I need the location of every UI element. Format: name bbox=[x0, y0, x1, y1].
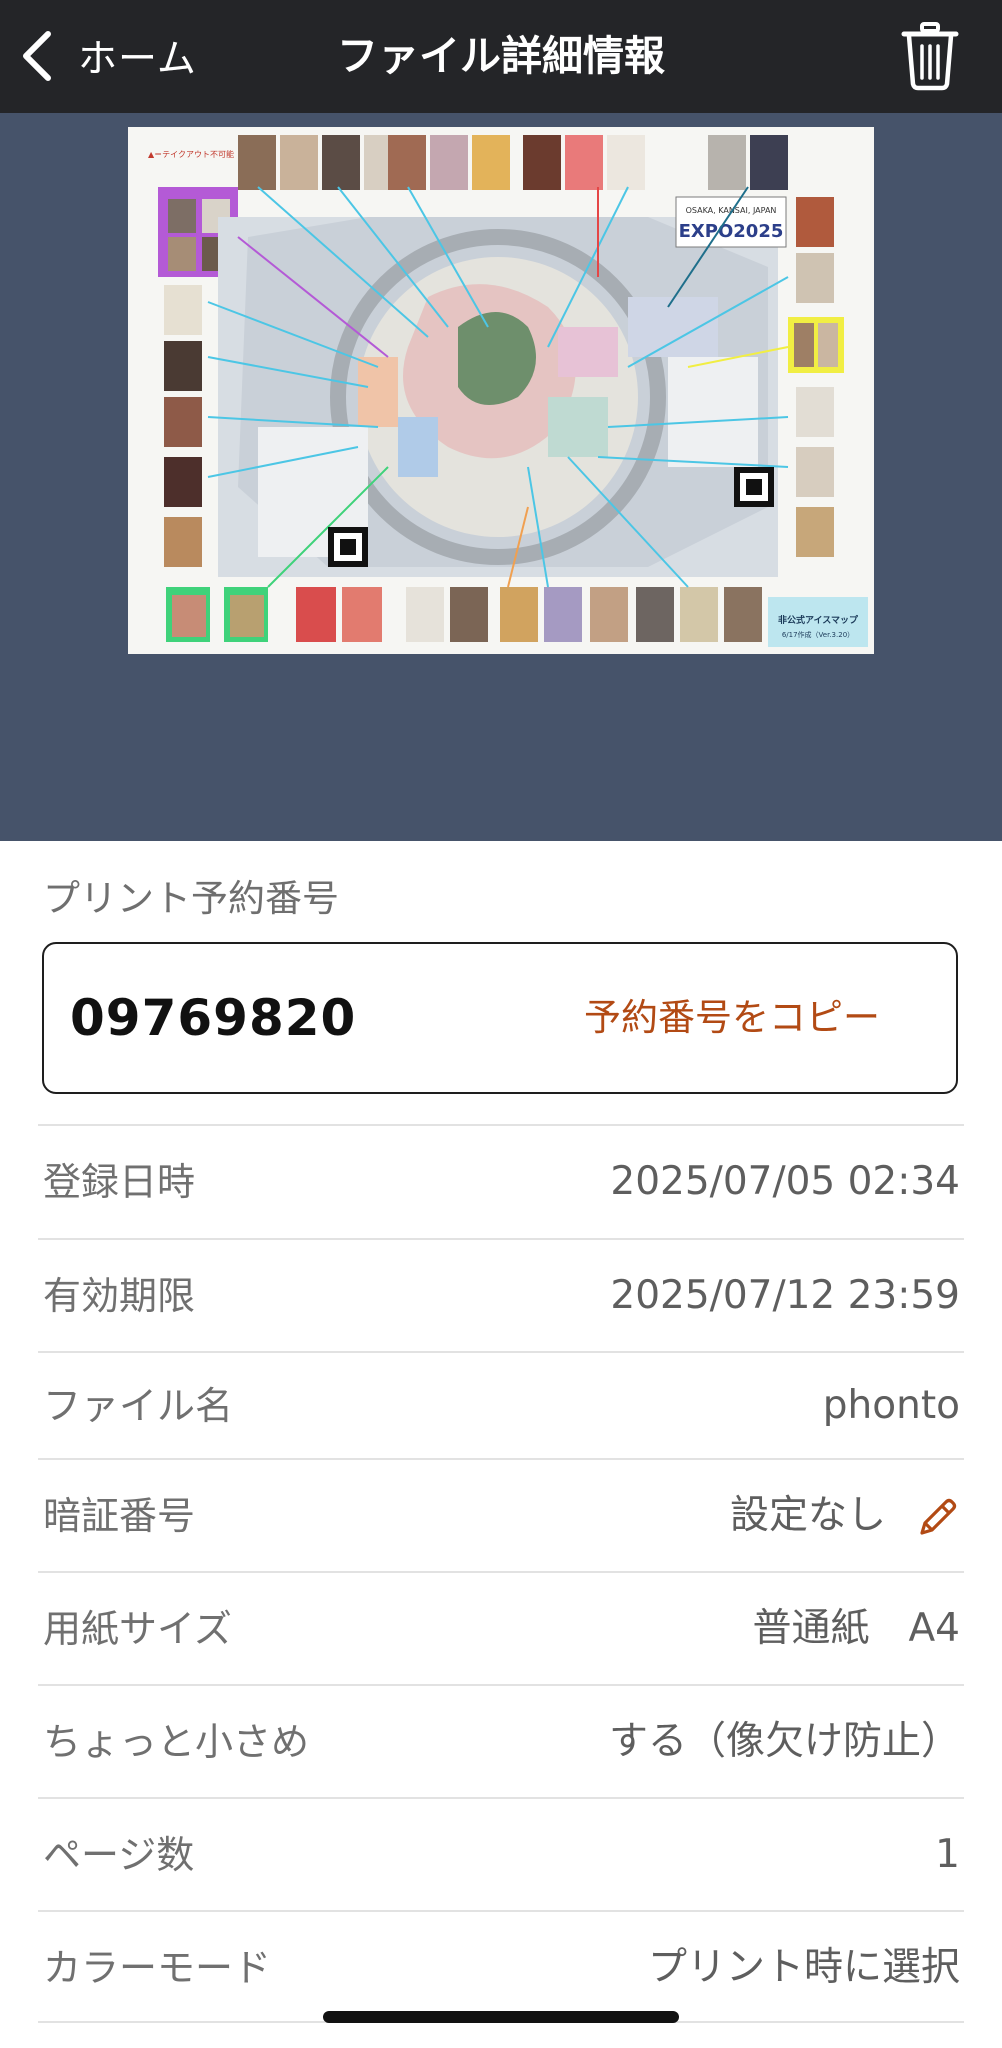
detail-value: 普通紙 A4 bbox=[752, 1606, 961, 1651]
map-title-line2: EXPO2025 bbox=[679, 221, 784, 242]
detail-value: 2025/07/12 23:59 bbox=[610, 1273, 960, 1318]
detail-value: プリント時に選択 bbox=[647, 1945, 960, 1990]
reservation-box: 09769820 予約番号をコピー bbox=[42, 942, 958, 1094]
detail-key: ちょっと小さめ bbox=[43, 1720, 310, 1764]
detail-value: 2025/07/05 02:34 bbox=[610, 1159, 960, 1204]
detail-value: phonto bbox=[822, 1383, 960, 1428]
home-indicator bbox=[323, 2011, 679, 2023]
detail-key: カラーモード bbox=[43, 1946, 272, 1990]
detail-key: 暗証番号 bbox=[43, 1494, 196, 1538]
detail-value-with-edit: 設定なし bbox=[730, 1460, 960, 1572]
navigation-bar: ホーム ファイル詳細情報 bbox=[0, 0, 1002, 113]
detail-row-paper-size: 用紙サイズ 普通紙 A4 bbox=[38, 1571, 964, 1684]
detail-value: する（像欠け防止） bbox=[608, 1719, 960, 1764]
detail-row-pin: 暗証番号 設定なし bbox=[38, 1458, 964, 1571]
detail-key: ページ数 bbox=[43, 1833, 195, 1877]
reservation-number: 09769820 bbox=[70, 989, 357, 1047]
detail-key: 登録日時 bbox=[43, 1160, 196, 1204]
detail-key: 有効期限 bbox=[43, 1274, 196, 1318]
detail-row-color-mode: カラーモード プリント時に選択 bbox=[38, 1910, 964, 2023]
map-top-note: ▲＝テイクアウト不可能 bbox=[148, 149, 234, 159]
detail-value: 設定なし bbox=[729, 1493, 886, 1538]
reservation-label: プリント予約番号 bbox=[43, 877, 339, 920]
trash-icon[interactable] bbox=[900, 20, 960, 92]
detail-key: 用紙サイズ bbox=[43, 1607, 232, 1651]
file-preview-area: OSAKA, KANSAI, JAPAN EXPO2025 ▲＝テイクアウト不可… bbox=[0, 113, 1002, 841]
detail-row-filename: ファイル名 phonto bbox=[38, 1351, 964, 1458]
detail-value: 1 bbox=[935, 1832, 960, 1877]
map-badge: 非公式アイスマップ bbox=[778, 614, 859, 626]
detail-row-registered: 登録日時 2025/07/05 02:34 bbox=[38, 1124, 964, 1238]
detail-key: ファイル名 bbox=[43, 1384, 234, 1428]
detail-row-expiry: 有効期限 2025/07/12 23:59 bbox=[38, 1238, 964, 1351]
map-version: 6/17作成（Ver.3.20） bbox=[782, 630, 854, 639]
detail-row-slightly-small: ちょっと小さめ する（像欠け防止） bbox=[38, 1684, 964, 1797]
page-title: ファイル詳細情報 bbox=[337, 32, 665, 80]
pencil-icon[interactable] bbox=[914, 1495, 960, 1541]
copy-reservation-button[interactable]: 予約番号をコピー bbox=[584, 944, 880, 1092]
detail-row-page-count: ページ数 1 bbox=[38, 1797, 964, 1910]
file-preview-image[interactable]: OSAKA, KANSAI, JAPAN EXPO2025 ▲＝テイクアウト不可… bbox=[128, 127, 874, 654]
